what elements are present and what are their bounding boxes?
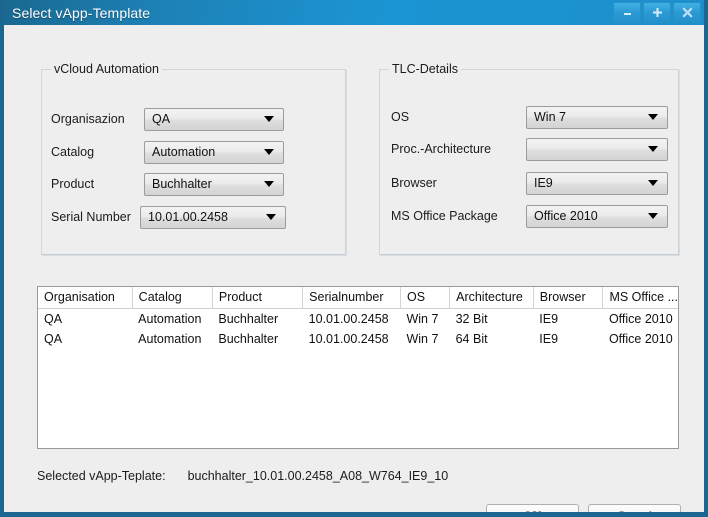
dialog-window: Select vApp-Template vCloud Automation O…: [0, 0, 708, 517]
field-browser: Browser IE9: [391, 171, 668, 195]
field-os: OS Win 7: [391, 105, 668, 129]
selected-template-row: Selected vApp-Teplate: buchhalter_10.01.…: [37, 469, 448, 483]
os-combo-value: Win 7: [534, 110, 566, 124]
table-column-header[interactable]: Catalog: [132, 287, 213, 309]
chevron-down-icon: [264, 181, 274, 187]
field-ms-office-package-label: MS Office Package: [391, 209, 498, 223]
chevron-down-icon: [648, 180, 658, 186]
table-cell: Buchhalter: [218, 312, 279, 326]
field-product-label: Product: [51, 177, 95, 191]
chevron-down-icon: [648, 146, 658, 152]
window-controls: [613, 2, 701, 23]
os-combo[interactable]: Win 7: [526, 105, 668, 129]
close-icon: [682, 7, 692, 18]
table-header: Organisation Catalog Product Serialnumber OS…: [38, 287, 678, 309]
selected-template-value: buchhalter_10.01.00.2458_A08_W764_IE9_10: [187, 469, 449, 483]
ms-office-package-combo[interactable]: Office 2010: [526, 204, 668, 228]
table-cell: QA: [44, 332, 63, 346]
title-bar[interactable]: Select vApp-Template: [4, 0, 704, 25]
field-organisazion: Organisazion QA: [51, 107, 284, 131]
group-tlc-details-title: TLC-Details: [389, 62, 461, 76]
browser-combo-value: IE9: [534, 176, 553, 190]
field-serial-number: Serial Number 10.01.00.2458: [51, 205, 286, 229]
field-organisazion-label: Organisazion: [51, 112, 125, 126]
field-serial-number-label: Serial Number: [51, 210, 131, 224]
field-catalog: Catalog Automation: [51, 140, 284, 164]
group-vcloud-automation-title: vCloud Automation: [51, 62, 162, 76]
organisazion-combo-value: QA: [152, 112, 171, 126]
selected-template-label: Selected vApp-Teplate:: [37, 469, 166, 483]
table-header-row: Organisation Catalog Product Serialnumber OS…: [38, 287, 678, 309]
table-cell: Office 2010: [608, 332, 673, 346]
field-catalog-label: Catalog: [51, 145, 95, 159]
chevron-down-icon: [648, 213, 658, 219]
table-column-header[interactable]: Product: [212, 287, 304, 309]
ok-button[interactable]: OK: [486, 504, 579, 512]
table-cell: 10.01.00.2458: [308, 312, 389, 326]
field-product: Product Buchhalter: [51, 172, 284, 196]
product-combo-value: Buchhalter: [152, 177, 212, 191]
table-row[interactable]: QA Automation Buchhalter 10.01.00.2458 Win 7…: [38, 309, 678, 330]
minimize-button[interactable]: [613, 2, 641, 23]
table-column-header[interactable]: MS Office ...: [602, 287, 678, 309]
table-cell: IE9: [539, 312, 559, 326]
chevron-down-icon: [266, 214, 276, 220]
catalog-combo[interactable]: Automation: [144, 140, 284, 164]
table-row[interactable]: QA Automation Buchhalter 10.01.00.2458 Win 7…: [38, 329, 678, 349]
browser-combo[interactable]: IE9: [526, 171, 668, 195]
product-combo[interactable]: Buchhalter: [144, 172, 284, 196]
ms-office-package-combo-value: Office 2010: [534, 209, 598, 223]
table-cell: Automation: [138, 312, 202, 326]
chevron-down-icon: [264, 149, 274, 155]
table-cell: 10.01.00.2458: [308, 332, 389, 346]
table-cell: Win 7: [406, 332, 439, 346]
maximize-icon: [652, 8, 662, 17]
table-column-header[interactable]: Browser: [533, 287, 604, 309]
table-cell: Win 7: [406, 312, 439, 326]
chevron-down-icon: [264, 116, 274, 122]
table-cell: 32 Bit: [455, 312, 488, 326]
serial-number-combo-value: 10.01.00.2458: [148, 210, 228, 224]
table-cell: 64 Bit: [455, 332, 488, 346]
cancel-button[interactable]: Cancel: [588, 504, 681, 512]
field-os-label: OS: [391, 110, 410, 124]
templates-table[interactable]: Organisation Catalog Product Serialnumber OS…: [37, 286, 679, 449]
minimize-icon: [623, 13, 631, 15]
table-column-header[interactable]: Architecture: [449, 287, 534, 309]
table-column-header[interactable]: OS: [400, 287, 451, 309]
table-cell: Automation: [138, 332, 202, 346]
serial-number-combo[interactable]: 10.01.00.2458: [140, 205, 286, 229]
field-proc-architecture-label: Proc.-Architecture: [391, 142, 492, 156]
table-cell: IE9: [539, 332, 559, 346]
table-cell: Office 2010: [608, 312, 673, 326]
table-body: QA Automation Buchhalter 10.01.00.2458 Win 7…: [38, 309, 678, 350]
catalog-combo-value: Automation: [152, 145, 216, 159]
window-title: Select vApp-Template: [12, 4, 151, 21]
dialog-body: vCloud Automation Organisazion QA Catalo…: [4, 25, 704, 512]
maximize-button[interactable]: [643, 2, 671, 23]
table-cell: QA: [44, 312, 63, 326]
organisazion-combo[interactable]: QA: [144, 107, 284, 131]
proc-architecture-combo[interactable]: [526, 137, 668, 161]
table-column-header[interactable]: Serialnumber: [302, 287, 401, 309]
templates-table-element: Organisation Catalog Product Serialnumber OS…: [38, 287, 678, 349]
close-button[interactable]: [673, 2, 701, 23]
field-proc-architecture: Proc.-Architecture: [391, 137, 668, 161]
table-column-header[interactable]: Organisation: [38, 287, 133, 309]
field-ms-office-package: MS Office Package Office 2010: [391, 204, 668, 228]
field-browser-label: Browser: [391, 176, 437, 190]
table-cell: Buchhalter: [218, 332, 279, 346]
chevron-down-icon: [648, 114, 658, 120]
